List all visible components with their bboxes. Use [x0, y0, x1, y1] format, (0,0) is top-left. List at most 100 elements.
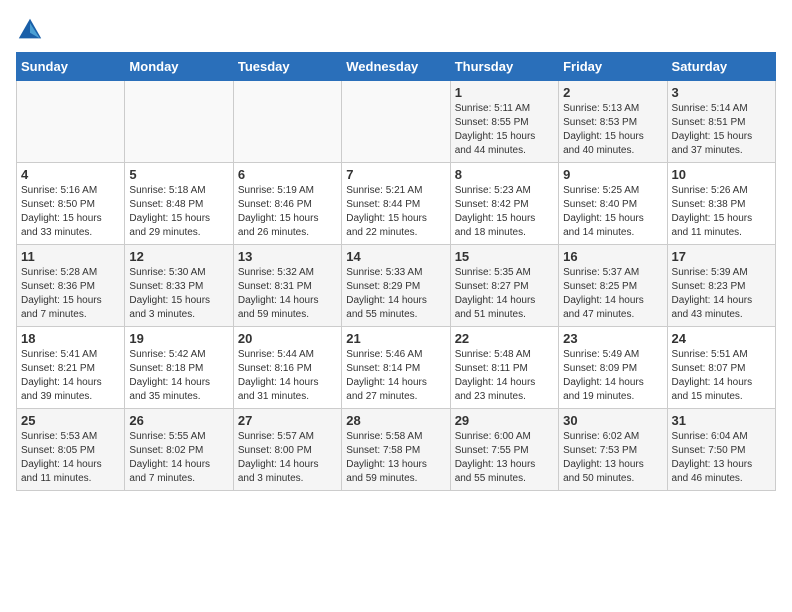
day-number: 5 [129, 167, 228, 182]
day-info: Sunrise: 5:42 AMSunset: 8:18 PMDaylight:… [129, 348, 228, 404]
day-info: Sunrise: 5:14 AMSunset: 8:51 PMDaylight:… [672, 102, 771, 158]
day-number: 19 [129, 331, 228, 346]
day-info: Sunrise: 5:35 AMSunset: 8:27 PMDaylight:… [455, 266, 554, 322]
calendar-cell: 10 Sunrise: 5:26 AMSunset: 8:38 PMDayligh… [667, 163, 775, 245]
day-number: 2 [563, 85, 662, 100]
day-number: 17 [672, 249, 771, 264]
calendar-cell: 3 Sunrise: 5:14 AMSunset: 8:51 PMDaylight… [667, 81, 775, 163]
day-info: Sunrise: 5:26 AMSunset: 8:38 PMDaylight:… [672, 184, 771, 240]
day-info: Sunrise: 5:25 AMSunset: 8:40 PMDaylight:… [563, 184, 662, 240]
calendar-cell: 24Sunrise: 5:51 AMSunset: 8:07 PMDayligh… [667, 327, 775, 409]
day-info: Sunrise: 6:00 AMSunset: 7:55 PMDaylight:… [455, 430, 554, 486]
calendar-cell: 20 Sunrise: 5:44 AMSunset: 8:16 PMDayligh… [233, 327, 341, 409]
calendar-week-row: 4 Sunrise: 5:16 AMSunset: 8:50 PMDaylight… [17, 163, 776, 245]
day-info: Sunrise: 5:48 AMSunset: 8:11 PMDaylight:… [455, 348, 554, 404]
day-info: Sunrise: 5:30 AMSunset: 8:33 PMDaylight:… [129, 266, 228, 322]
day-number: 23 [563, 331, 662, 346]
logo-icon [16, 16, 44, 44]
day-info: Sunrise: 5:46 AMSunset: 8:14 PMDaylight:… [346, 348, 445, 404]
day-number: 7 [346, 167, 445, 182]
day-number: 30 [563, 413, 662, 428]
calendar-cell: 31 Sunrise: 6:04 AMSunset: 7:50 PMDayligh… [667, 409, 775, 491]
calendar-cell: 8 Sunrise: 5:23 AMSunset: 8:42 PMDaylight… [450, 163, 558, 245]
calendar-cell: 1 Sunrise: 5:11 AMSunset: 8:55 PMDaylight… [450, 81, 558, 163]
day-number: 11 [21, 249, 120, 264]
calendar-cell [233, 81, 341, 163]
day-number: 8 [455, 167, 554, 182]
day-info: Sunrise: 5:32 AMSunset: 8:31 PMDaylight:… [238, 266, 337, 322]
day-info: Sunrise: 5:57 AMSunset: 8:00 PMDaylight:… [238, 430, 337, 486]
calendar-cell: 17Sunrise: 5:39 AMSunset: 8:23 PMDayligh… [667, 245, 775, 327]
calendar-cell: 22Sunrise: 5:48 AMSunset: 8:11 PMDayligh… [450, 327, 558, 409]
day-number: 29 [455, 413, 554, 428]
day-number: 24 [672, 331, 771, 346]
day-info: Sunrise: 5:13 AMSunset: 8:53 PMDaylight:… [563, 102, 662, 158]
calendar-week-row: 25 Sunrise: 5:53 AMSunset: 8:05 PMDayligh… [17, 409, 776, 491]
day-number: 4 [21, 167, 120, 182]
day-info: Sunrise: 5:19 AMSunset: 8:46 PMDaylight:… [238, 184, 337, 240]
calendar-week-row: 18 Sunrise: 5:41 AMSunset: 8:21 PMDayligh… [17, 327, 776, 409]
day-info: Sunrise: 5:53 AMSunset: 8:05 PMDaylight:… [21, 430, 120, 486]
day-number: 6 [238, 167, 337, 182]
day-info: Sunrise: 5:37 AMSunset: 8:25 PMDaylight:… [563, 266, 662, 322]
calendar-cell: 14 Sunrise: 5:33 AMSunset: 8:29 PMDayligh… [342, 245, 450, 327]
day-number: 21 [346, 331, 445, 346]
calendar-cell [17, 81, 125, 163]
day-number: 3 [672, 85, 771, 100]
calendar-cell: 5 Sunrise: 5:18 AMSunset: 8:48 PMDaylight… [125, 163, 233, 245]
calendar-cell: 23 Sunrise: 5:49 AMSunset: 8:09 PMDayligh… [559, 327, 667, 409]
calendar-header-row: SundayMondayTuesdayWednesdayThursdayFrid… [17, 53, 776, 81]
day-info: Sunrise: 5:44 AMSunset: 8:16 PMDaylight:… [238, 348, 337, 404]
day-info: Sunrise: 5:33 AMSunset: 8:29 PMDaylight:… [346, 266, 445, 322]
calendar-day-header: Monday [125, 53, 233, 81]
day-info: Sunrise: 5:41 AMSunset: 8:21 PMDaylight:… [21, 348, 120, 404]
day-number: 12 [129, 249, 228, 264]
calendar-cell: 4 Sunrise: 5:16 AMSunset: 8:50 PMDaylight… [17, 163, 125, 245]
calendar-cell: 9Sunrise: 5:25 AMSunset: 8:40 PMDaylight… [559, 163, 667, 245]
calendar-cell: 21 Sunrise: 5:46 AMSunset: 8:14 PMDayligh… [342, 327, 450, 409]
day-info: Sunrise: 5:11 AMSunset: 8:55 PMDaylight:… [455, 102, 554, 158]
day-info: Sunrise: 5:21 AMSunset: 8:44 PMDaylight:… [346, 184, 445, 240]
calendar-cell: 27 Sunrise: 5:57 AMSunset: 8:00 PMDayligh… [233, 409, 341, 491]
day-info: Sunrise: 5:23 AMSunset: 8:42 PMDaylight:… [455, 184, 554, 240]
day-number: 13 [238, 249, 337, 264]
calendar-cell: 15Sunrise: 5:35 AMSunset: 8:27 PMDayligh… [450, 245, 558, 327]
calendar-cell: 29 Sunrise: 6:00 AMSunset: 7:55 PMDayligh… [450, 409, 558, 491]
logo [16, 16, 48, 44]
calendar-week-row: 11 Sunrise: 5:28 AMSunset: 8:36 PMDayligh… [17, 245, 776, 327]
day-number: 14 [346, 249, 445, 264]
day-info: Sunrise: 5:18 AMSunset: 8:48 PMDaylight:… [129, 184, 228, 240]
calendar-cell: 6 Sunrise: 5:19 AMSunset: 8:46 PMDaylight… [233, 163, 341, 245]
day-number: 26 [129, 413, 228, 428]
page-header [16, 16, 776, 44]
calendar-day-header: Sunday [17, 53, 125, 81]
calendar-day-header: Saturday [667, 53, 775, 81]
day-info: Sunrise: 6:04 AMSunset: 7:50 PMDaylight:… [672, 430, 771, 486]
day-number: 27 [238, 413, 337, 428]
calendar-cell: 7 Sunrise: 5:21 AMSunset: 8:44 PMDaylight… [342, 163, 450, 245]
day-number: 10 [672, 167, 771, 182]
day-info: Sunrise: 5:28 AMSunset: 8:36 PMDaylight:… [21, 266, 120, 322]
day-number: 16 [563, 249, 662, 264]
day-info: Sunrise: 5:16 AMSunset: 8:50 PMDaylight:… [21, 184, 120, 240]
calendar-cell: 13 Sunrise: 5:32 AMSunset: 8:31 PMDayligh… [233, 245, 341, 327]
day-number: 18 [21, 331, 120, 346]
day-number: 1 [455, 85, 554, 100]
day-number: 25 [21, 413, 120, 428]
calendar-table: SundayMondayTuesdayWednesdayThursdayFrid… [16, 52, 776, 491]
day-info: Sunrise: 5:49 AMSunset: 8:09 PMDaylight:… [563, 348, 662, 404]
day-number: 31 [672, 413, 771, 428]
calendar-cell: 30 Sunrise: 6:02 AMSunset: 7:53 PMDayligh… [559, 409, 667, 491]
calendar-day-header: Thursday [450, 53, 558, 81]
day-number: 20 [238, 331, 337, 346]
day-number: 28 [346, 413, 445, 428]
calendar-day-header: Tuesday [233, 53, 341, 81]
calendar-cell: 12 Sunrise: 5:30 AMSunset: 8:33 PMDayligh… [125, 245, 233, 327]
calendar-cell: 16 Sunrise: 5:37 AMSunset: 8:25 PMDayligh… [559, 245, 667, 327]
day-info: Sunrise: 6:02 AMSunset: 7:53 PMDaylight:… [563, 430, 662, 486]
day-info: Sunrise: 5:58 AMSunset: 7:58 PMDaylight:… [346, 430, 445, 486]
calendar-cell: 28 Sunrise: 5:58 AMSunset: 7:58 PMDayligh… [342, 409, 450, 491]
calendar-cell: 25 Sunrise: 5:53 AMSunset: 8:05 PMDayligh… [17, 409, 125, 491]
day-info: Sunrise: 5:55 AMSunset: 8:02 PMDaylight:… [129, 430, 228, 486]
calendar-cell: 26 Sunrise: 5:55 AMSunset: 8:02 PMDayligh… [125, 409, 233, 491]
